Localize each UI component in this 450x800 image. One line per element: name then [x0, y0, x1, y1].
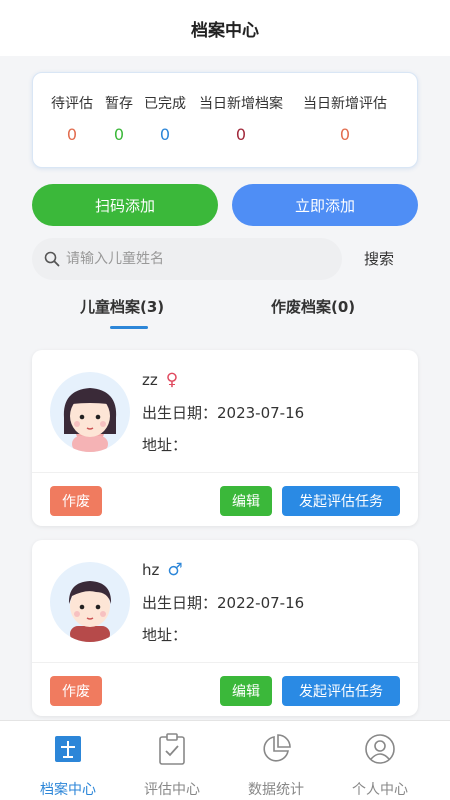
- void-button[interactable]: 作废: [50, 486, 102, 516]
- child-name: zz: [142, 371, 158, 389]
- child-name-row: zz ♀: [142, 370, 178, 390]
- avatar-girl: [50, 372, 130, 452]
- stat-value: 0: [113, 125, 125, 144]
- boy-avatar-icon: [68, 581, 112, 642]
- edit-button[interactable]: 编辑: [220, 676, 272, 706]
- stat-label: 暂存: [105, 96, 133, 112]
- edit-button[interactable]: 编辑: [220, 486, 272, 516]
- stat-label: 已完成: [144, 96, 186, 112]
- tab-assessment-center[interactable]: 评估中心: [122, 731, 222, 799]
- stat-label: 待评估: [51, 96, 93, 112]
- stat-value: 0: [235, 125, 247, 144]
- tab-void-archives[interactable]: 作废档案(0): [271, 296, 355, 317]
- address: 地址：: [142, 626, 188, 644]
- tab-child-archives[interactable]: 儿童档案(3): [80, 296, 164, 317]
- stat-value: 0: [339, 125, 351, 144]
- bottom-tab-bar: 档案中心 评估中心 数据统计 个人中心: [0, 720, 450, 800]
- start-assessment-button[interactable]: 发起评估任务: [282, 676, 400, 706]
- child-card[interactable]: zz ♀ 出生日期：2023-07-16 地址： 作废 编辑 发起评估任务: [32, 350, 418, 526]
- divider: [32, 662, 418, 663]
- page-title: 档案中心: [0, 0, 450, 56]
- tab-statistics[interactable]: 数据统计: [226, 731, 326, 799]
- stat-label: 当日新增档案: [199, 96, 283, 112]
- tab-label: 数据统计: [248, 782, 304, 798]
- user-icon: [365, 734, 395, 764]
- stat-value: 0: [66, 125, 78, 144]
- stats-card: 待评估 0 暂存 0 已完成 0 当日新增档案 0 当日新增评估 0: [32, 72, 418, 168]
- start-assessment-button[interactable]: 发起评估任务: [282, 486, 400, 516]
- active-tab-indicator: [110, 326, 148, 329]
- tab-archive-center[interactable]: 档案中心: [18, 731, 118, 799]
- child-name: hz: [142, 561, 160, 579]
- tab-label: 个人中心: [352, 782, 408, 798]
- birth-date: 出生日期：2023-07-16: [142, 404, 305, 422]
- clipboard-check-icon: [159, 733, 185, 765]
- scan-add-button[interactable]: 扫码添加: [32, 184, 218, 226]
- void-button[interactable]: 作废: [50, 676, 102, 706]
- pie-chart-icon: [263, 734, 291, 762]
- action-buttons: 扫码添加 立即添加: [32, 184, 418, 226]
- stat-label: 当日新增评估: [303, 96, 387, 112]
- stat-draft[interactable]: 暂存 0: [105, 93, 133, 144]
- stat-completed[interactable]: 已完成 0: [144, 93, 186, 144]
- child-name-row: hz ♂: [142, 560, 183, 580]
- stat-pending[interactable]: 待评估 0: [51, 93, 93, 144]
- search-button[interactable]: 搜索: [364, 248, 394, 269]
- tab-label: 评估中心: [144, 782, 200, 798]
- search-bar: [32, 238, 342, 280]
- divider: [32, 472, 418, 473]
- stat-new-assessments[interactable]: 当日新增评估 0: [303, 93, 387, 144]
- girl-avatar-icon: [63, 388, 117, 452]
- add-now-button[interactable]: 立即添加: [232, 184, 418, 226]
- birth-date: 出生日期：2022-07-16: [142, 594, 305, 612]
- male-icon: ♂: [167, 560, 183, 580]
- archive-icon: [55, 736, 81, 762]
- search-input[interactable]: [66, 251, 316, 267]
- stat-new-archives[interactable]: 当日新增档案 0: [199, 93, 283, 144]
- child-card[interactable]: hz ♂ 出生日期：2022-07-16 地址： 作废 编辑 发起评估任务: [32, 540, 418, 716]
- address: 地址：: [142, 436, 188, 454]
- avatar-boy: [50, 562, 130, 642]
- tab-personal-center[interactable]: 个人中心: [330, 731, 430, 799]
- search-icon: [44, 251, 60, 267]
- female-icon: ♀: [165, 370, 179, 390]
- archive-tabs: 儿童档案(3) 作废档案(0): [0, 296, 450, 336]
- stat-value: 0: [159, 125, 171, 144]
- tab-label: 档案中心: [40, 782, 96, 798]
